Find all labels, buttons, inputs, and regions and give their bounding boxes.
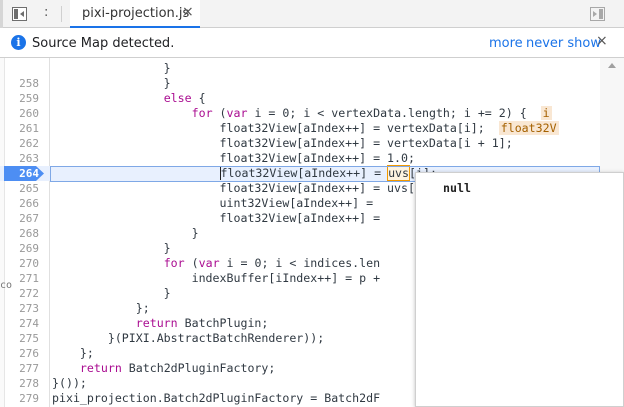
line-number[interactable]: 263: [6, 151, 39, 166]
code-text: return BatchPlugin;: [135, 316, 269, 330]
code-text: }());: [52, 376, 87, 390]
line-number[interactable]: 268: [6, 226, 39, 241]
line-number[interactable]: 279: [6, 391, 39, 406]
code-text: float32View[aIndex++] = uvs[i];: [219, 165, 437, 181]
code-text: float32View[aIndex++] = 1.0;: [52, 151, 415, 165]
more-tabs-button[interactable]: :: [44, 5, 49, 20]
line-number[interactable]: 259: [6, 91, 39, 106]
inline-value-i: i: [540, 106, 552, 120]
line-number[interactable]: 278: [6, 376, 39, 391]
line-number[interactable]: 275: [6, 331, 39, 346]
panel-edge: [0, 0, 3, 28]
line-number[interactable]: 258: [6, 76, 39, 91]
code-text: else {: [163, 91, 206, 105]
code-text: };: [52, 346, 94, 360]
tab-pixi-projection[interactable]: pixi-projection.js ×: [70, 0, 200, 28]
line-number[interactable]: 269: [6, 241, 39, 256]
code-text: float32View[aIndex++] = vertexData[i + 1…: [52, 136, 513, 150]
code-text: return Batch2dPluginFactory;: [79, 361, 276, 375]
tab-close-icon[interactable]: ×: [182, 4, 194, 20]
line-number[interactable]: 274: [6, 316, 39, 331]
line-number[interactable]: 270: [6, 256, 39, 271]
inline-value-float32view: float32V: [498, 121, 559, 135]
info-icon: i: [11, 35, 26, 50]
console-peek-text: co: [0, 280, 13, 291]
infobar-message: Source Map detected.: [32, 36, 175, 51]
code-line[interactable]: }: [0, 61, 600, 76]
scroll-up-icon[interactable]: [608, 63, 616, 68]
hover-value: null: [443, 181, 471, 195]
line-number[interactable]: 276: [6, 346, 39, 361]
line-number[interactable]: 261: [6, 121, 39, 136]
code-text: float32View[aIndex++] = uvs[i + 1];: [52, 181, 464, 195]
line-number[interactable]: 262: [6, 136, 39, 151]
code-line[interactable]: 263 float32View[aIndex++] = 1.0;: [0, 151, 600, 166]
code-line[interactable]: 260 for (var i = 0; i < vertexData.lengt…: [0, 106, 600, 121]
line-number[interactable]: 267: [6, 211, 39, 226]
code-text: }: [52, 61, 171, 75]
code-text: }: [52, 286, 171, 300]
line-number[interactable]: 277: [6, 361, 39, 376]
never-show-link[interactable]: never show: [526, 36, 601, 51]
code-line[interactable]: 262 float32View[aIndex++] = vertexData[i…: [0, 136, 600, 151]
code-text: }: [52, 76, 171, 90]
code-text: }(PIXI.AbstractBatchRenderer));: [52, 331, 325, 345]
code-line[interactable]: 259 else {: [0, 91, 600, 106]
line-number[interactable]: 260: [6, 106, 39, 121]
hover-value-popover: null: [415, 172, 624, 407]
code-text: }: [52, 241, 171, 255]
code-text: for (var i = 0; i < vertexData.length; i…: [191, 106, 552, 120]
tab-label: pixi-projection.js: [82, 6, 190, 21]
code-text: indexBuffer[iIndex++] = p +: [52, 271, 388, 285]
more-link[interactable]: more: [489, 36, 523, 51]
editor-tabbar: : pixi-projection.js ×: [0, 0, 624, 28]
code-text: pixi_projection.Batch2dPluginFactory = B…: [52, 391, 381, 405]
line-number[interactable]: 265: [6, 181, 39, 196]
code-text: for (var i = 0; i < indices.len: [163, 256, 381, 270]
code-editor[interactable]: } 258 } 259 else {260 for (var i = 0; i < …: [0, 58, 624, 407]
toggle-navigator-icon[interactable]: [12, 7, 27, 21]
code-line[interactable]: 261 float32View[aIndex++] = vertexData[i…: [0, 121, 600, 136]
line-number[interactable]: 264: [6, 166, 39, 181]
source-map-infobar: i Source Map detected. more never show ×: [0, 28, 624, 58]
code-text: }: [52, 226, 199, 240]
code-text: float32View[aIndex++] =: [52, 211, 388, 225]
code-line[interactable]: 258 }: [0, 76, 600, 91]
line-number[interactable]: 273: [6, 301, 39, 316]
toggle-debugger-icon[interactable]: [590, 7, 605, 21]
code-text: uint32View[aIndex++] =: [52, 196, 381, 210]
infobar-close-icon[interactable]: ×: [596, 33, 608, 49]
line-number[interactable]: 266: [6, 196, 39, 211]
code-text: float32View[aIndex++] = vertexData[i]; f…: [52, 121, 559, 135]
tabbar-divider: [61, 6, 62, 22]
code-text: };: [52, 301, 150, 315]
